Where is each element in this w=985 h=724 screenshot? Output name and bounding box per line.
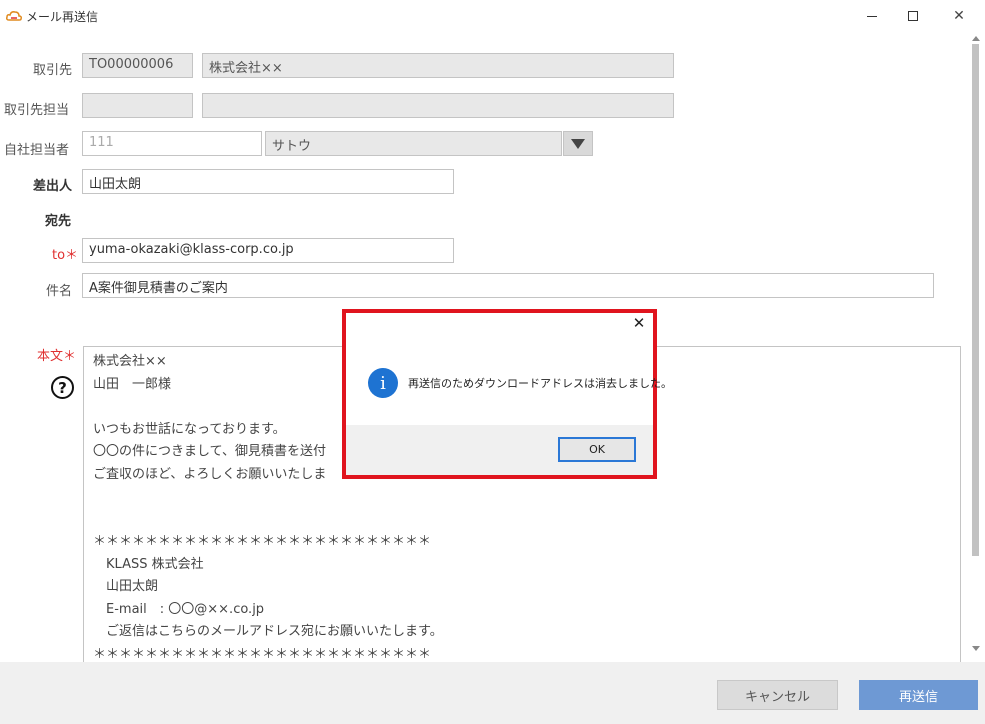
window-close-button[interactable]: ✕ <box>944 4 974 28</box>
to-label: to＊ <box>52 248 79 263</box>
dialog-message: 再送信のためダウンロードアドレスは消去しました。 <box>408 377 672 390</box>
client-contact-code-field[interactable] <box>82 93 193 118</box>
to-field[interactable]: yuma-okazaki@klass-corp.co.jp <box>82 238 454 263</box>
client-contact-label: 取引先担当 <box>4 103 70 118</box>
close-icon: ✕ <box>953 8 965 24</box>
minimize-button[interactable] <box>857 4 887 28</box>
subject-label: 件名 <box>46 284 73 299</box>
body-line: 山田太朗 <box>93 579 159 594</box>
client-contact-name-field[interactable] <box>202 93 674 118</box>
scrollbar-thumb[interactable] <box>972 44 979 556</box>
triangle-down-icon <box>571 138 585 149</box>
body-line: KLASS 株式会社 <box>93 556 204 572</box>
vertical-scrollbar[interactable] <box>968 32 985 658</box>
title-bar: メール再送信 ✕ <box>0 0 985 32</box>
window-title: メール再送信 <box>26 10 99 24</box>
staff-code-field[interactable]: 111 <box>82 131 262 156</box>
minimize-icon <box>867 15 877 17</box>
client-label: 取引先 <box>33 63 73 78</box>
cancel-button[interactable]: キャンセル <box>717 680 838 710</box>
staff-dropdown-button[interactable] <box>563 131 593 156</box>
info-icon: i <box>368 368 398 398</box>
staff-label: 自社担当者 <box>4 143 70 158</box>
close-icon: ✕ <box>632 314 646 332</box>
app-cloud-icon <box>6 11 22 21</box>
help-icon[interactable]: ? <box>51 376 74 399</box>
body-label: 本文＊ <box>37 349 77 364</box>
subject-field[interactable]: A案件御見積書のご案内 <box>82 273 934 298</box>
body-line <box>93 509 951 532</box>
sender-label: 差出人 <box>33 179 73 194</box>
maximize-icon <box>908 11 918 21</box>
recipient-label: 宛先 <box>45 214 72 229</box>
maximize-button[interactable] <box>898 4 928 28</box>
dialog-close-button[interactable]: ✕ <box>630 314 648 332</box>
body-line <box>93 486 951 509</box>
resend-button[interactable]: 再送信 <box>859 680 978 710</box>
body-line: ＊＊＊＊＊＊＊＊＊＊＊＊＊＊＊＊＊＊＊＊＊＊＊＊＊＊ <box>93 534 432 549</box>
staff-name-select[interactable]: サトウ <box>265 131 562 156</box>
body-line: E-mail : 〇〇@××.co.jp <box>93 601 265 617</box>
dialog-ok-button[interactable]: OK <box>558 437 636 462</box>
client-name-field[interactable]: 株式会社×× <box>202 53 674 78</box>
scroll-up-icon[interactable] <box>972 36 980 41</box>
body-line: ご返信はこちらのメールアドレス宛にお願いいたします。 <box>93 624 443 639</box>
sender-field[interactable]: 山田太朗 <box>82 169 454 194</box>
scroll-down-icon[interactable] <box>972 646 980 651</box>
client-code-field[interactable]: TO00000006 <box>82 53 193 78</box>
